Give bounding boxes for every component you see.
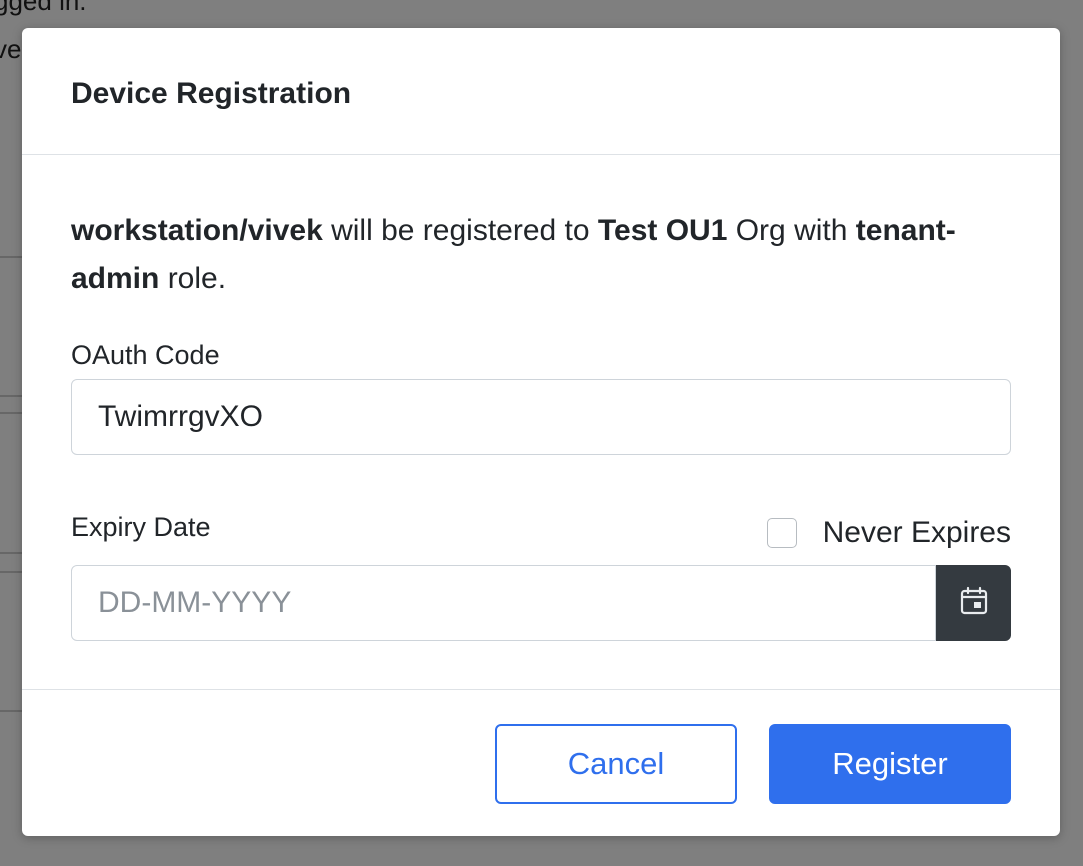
device-registration-modal: Device Registration workstation/vivek wi… <box>22 28 1060 836</box>
expiry-date-input[interactable] <box>71 565 936 641</box>
oauth-code-input[interactable] <box>71 379 1011 455</box>
org-name: Test OU1 <box>597 214 728 247</box>
modal-title: Device Registration <box>71 77 352 110</box>
modal-footer: Cancel Register <box>22 690 1060 836</box>
device-name: workstation/vivek <box>71 214 323 247</box>
never-expires-checkbox[interactable] <box>766 518 797 548</box>
never-expires-label[interactable]: Never Expires <box>823 515 1011 551</box>
expiry-date-label: Expiry Date <box>71 512 211 542</box>
modal-header: Device Registration <box>22 28 1060 155</box>
calendar-icon <box>959 586 989 621</box>
never-expires-control[interactable]: Never Expires <box>766 515 1011 551</box>
oauth-code-label: OAuth Code <box>71 340 220 370</box>
registration-summary: workstation/vivek will be registered to … <box>71 207 1011 303</box>
modal-body: workstation/vivek will be registered to … <box>22 155 1060 690</box>
expiry-date-group <box>71 565 1011 641</box>
summary-text: Org with <box>727 214 856 247</box>
cancel-button[interactable]: Cancel <box>495 724 737 804</box>
summary-text: will be registered to <box>322 214 598 247</box>
calendar-button[interactable] <box>936 565 1011 641</box>
summary-text: role. <box>159 262 227 295</box>
register-button[interactable]: Register <box>769 724 1011 804</box>
